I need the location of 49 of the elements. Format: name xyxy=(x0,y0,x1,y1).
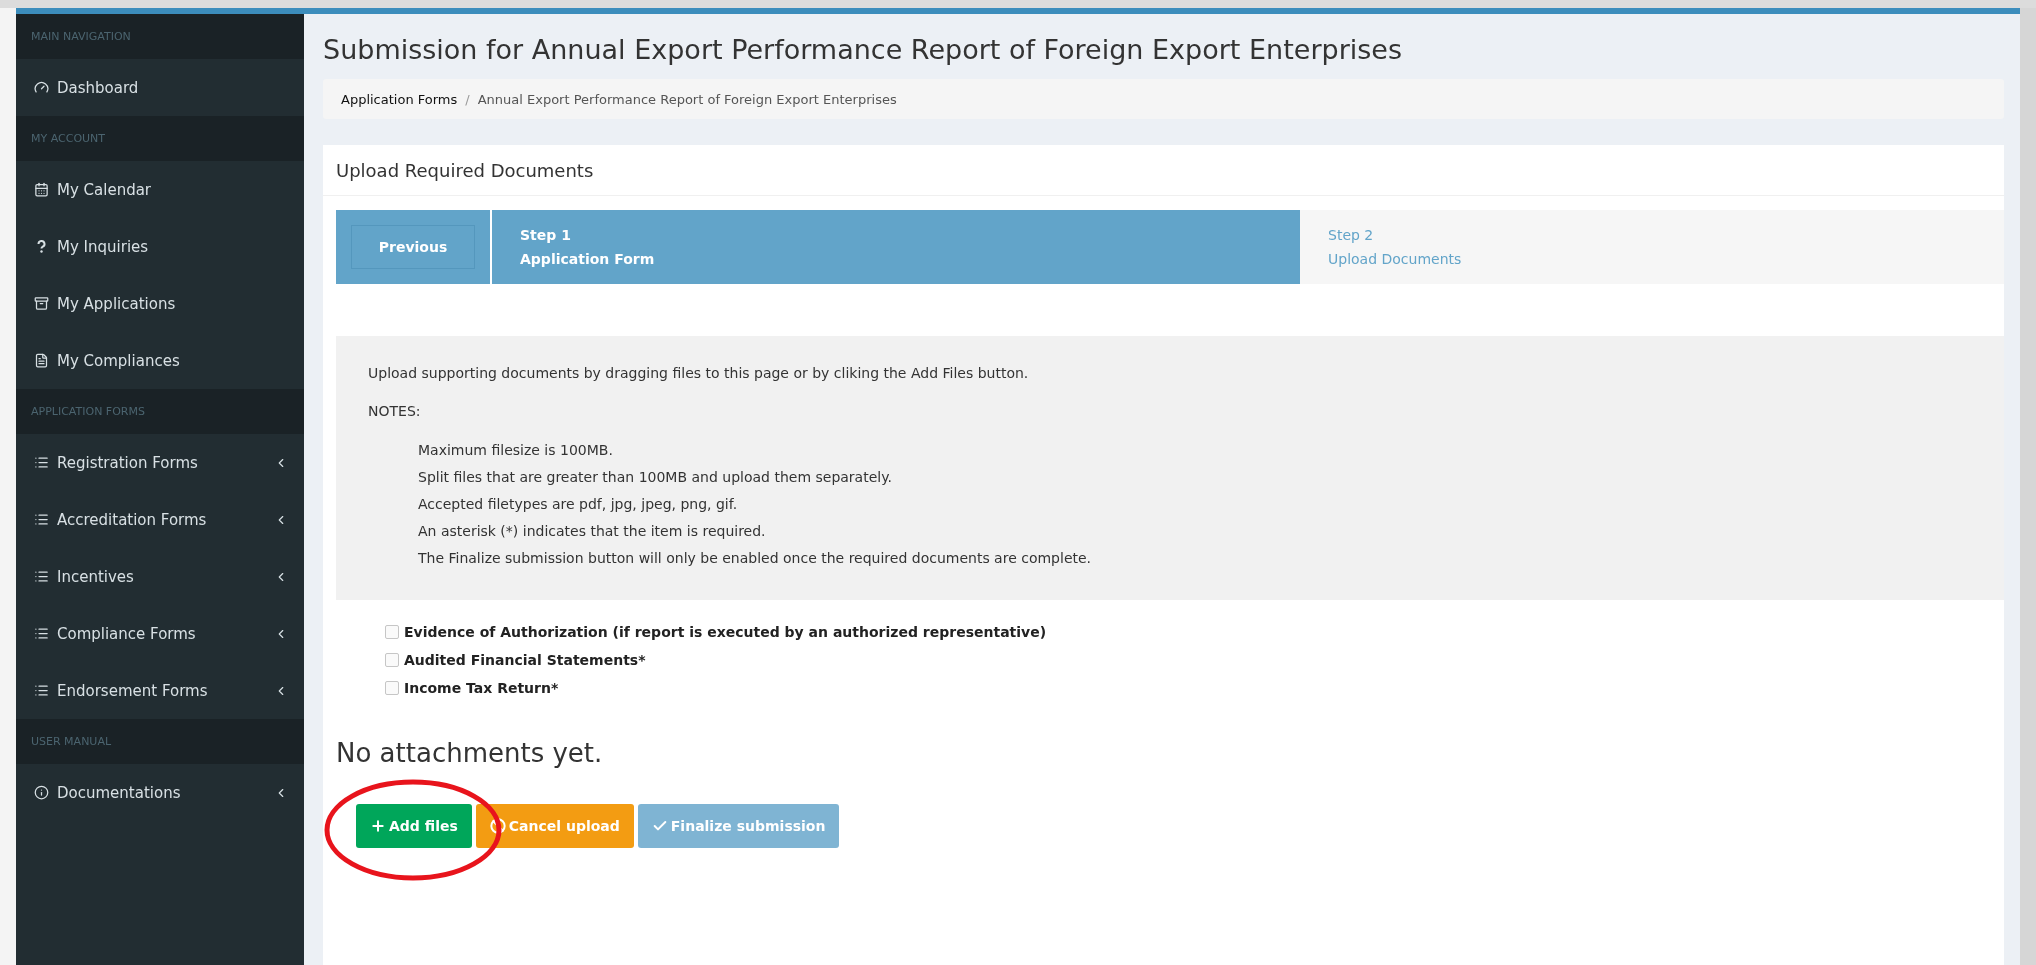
sidebar-section-header: USER MANUAL xyxy=(16,719,304,764)
sidebar-item[interactable]: Compliance Forms xyxy=(16,605,304,662)
note-line: Accepted filetypes are pdf, jpg, jpeg, png, gif. xyxy=(417,495,739,514)
sidebar-item[interactable]: Registration Forms xyxy=(16,434,304,491)
sidebar-item-icon xyxy=(34,296,49,311)
breadcrumb-separator: / xyxy=(465,91,470,107)
step-number: Step 2 xyxy=(1328,226,1375,245)
sidebar-item-icon xyxy=(34,455,49,470)
sidebar-item[interactable]: Documentations xyxy=(16,764,304,821)
sidebar-item-icon xyxy=(34,626,49,641)
page-title: Submission for Annual Export Performance Report of Foreign Export Enterprises xyxy=(323,33,1403,67)
step-number: Step 1 xyxy=(520,226,572,245)
sidebar-item[interactable]: Accreditation Forms xyxy=(16,491,304,548)
ban-icon xyxy=(489,818,506,834)
sidebar-item[interactable]: Dashboard xyxy=(16,59,304,116)
document-checkbox[interactable] xyxy=(385,625,399,639)
sidebar-item[interactable]: My Inquiries xyxy=(16,218,304,275)
step-label: Application Form xyxy=(520,250,656,269)
sidebar-item-icon xyxy=(34,353,49,368)
sidebar-section-header: MAIN NAVIGATION xyxy=(16,14,304,59)
sidebar-item[interactable]: Incentives xyxy=(16,548,304,605)
step-label: Upload Documents xyxy=(1328,250,1463,269)
document-label: Evidence of Authorization (if report is executed by an authorized representative) xyxy=(404,624,1047,640)
note-line: The Finalize submission button will only be enabled once the required documents are complete. xyxy=(417,549,1093,568)
notes-heading: NOTES: xyxy=(368,403,422,419)
document-checkbox[interactable] xyxy=(385,681,399,695)
note-line: An asterisk (*) indicates that the item is required. xyxy=(417,522,767,541)
note-line: Split files that are greater than 100MB and upload them separately. xyxy=(417,468,893,487)
upload-instructions: Upload supporting documents by dragging files to this page or by cliking the Add Files button. xyxy=(368,364,1030,383)
note-line: Maximum filesize is 100MB. xyxy=(417,441,614,460)
sidebar-item[interactable]: My Applications xyxy=(16,275,304,332)
sidebar-item[interactable]: My Calendar xyxy=(16,161,304,218)
breadcrumb-link[interactable]: Application Forms xyxy=(341,91,458,107)
document-label: Income Tax Return* xyxy=(404,680,559,696)
sidebar-section-header: APPLICATION FORMS xyxy=(16,389,304,434)
document-checkbox[interactable] xyxy=(385,653,399,667)
plus-icon xyxy=(370,818,386,834)
sidebar-item-icon xyxy=(34,182,49,197)
empty-message: No attachments yet. xyxy=(335,737,604,768)
sidebar-item[interactable]: Endorsement Forms xyxy=(16,662,304,719)
sidebar-item-icon xyxy=(34,512,49,527)
sidebar-item-icon xyxy=(34,80,49,95)
card-title: Upload Required Documents xyxy=(323,145,2004,196)
sidebar-item-icon xyxy=(34,785,49,800)
sidebar-item-icon xyxy=(34,683,49,698)
sidebar-item-icon xyxy=(34,569,49,584)
document-label: Audited Financial Statements* xyxy=(404,652,646,668)
sidebar-section-header: MY ACCOUNT xyxy=(16,116,304,161)
sidebar-item[interactable]: My Compliances xyxy=(16,332,304,389)
